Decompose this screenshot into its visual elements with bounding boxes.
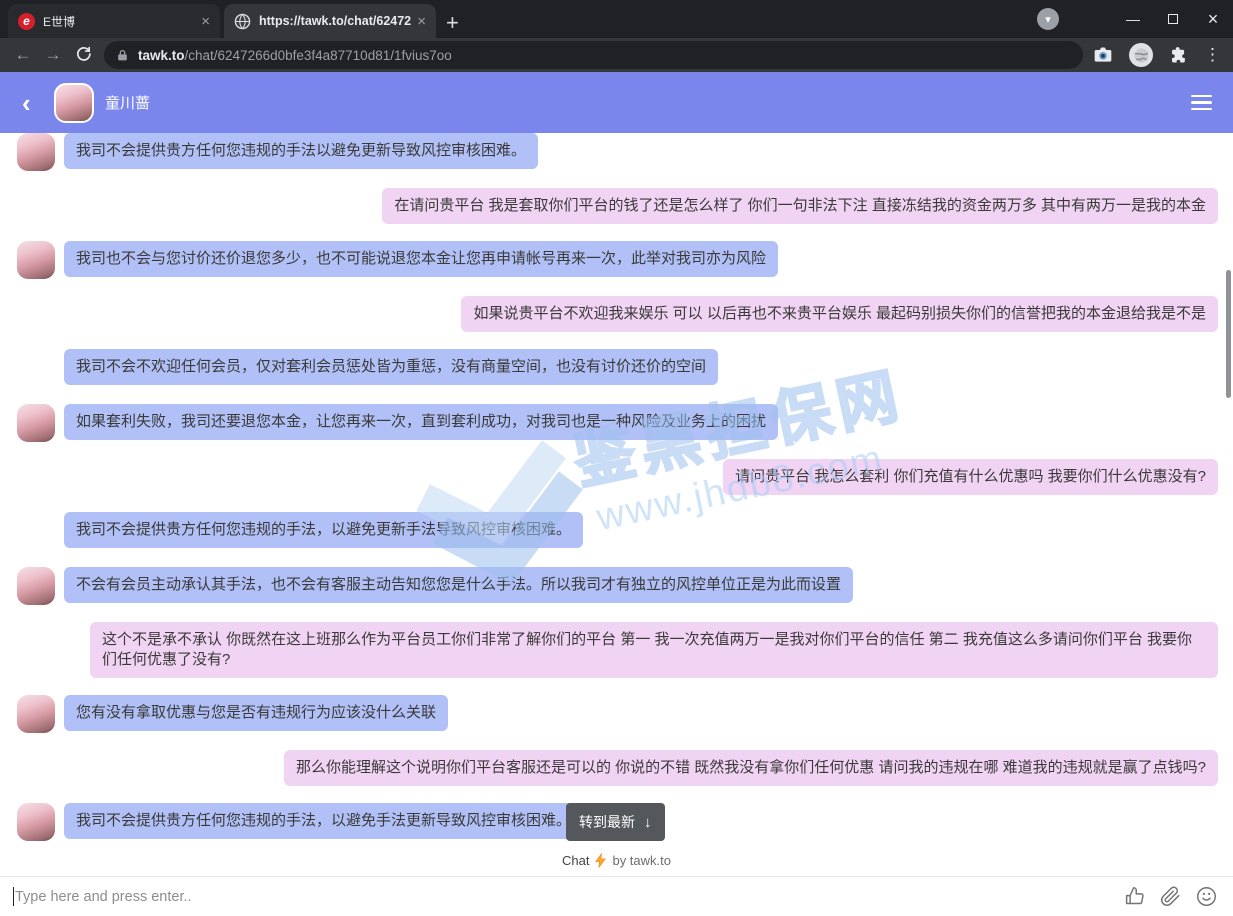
agent-avatar <box>17 567 55 605</box>
chat-message: 在请问贵平台 我是套取你们平台的钱了还是怎么样了 你们一句非法下注 直接冻结我的… <box>0 188 1233 224</box>
message-bubble: 我司不会提供贵方任何您违规的手法，以避免手法更新导致风控审核困难。 <box>64 803 583 839</box>
address-bar[interactable]: tawk.to/chat/6247266d0bfe3f4a87710d81/1f… <box>104 41 1083 69</box>
reload-button[interactable] <box>68 44 98 66</box>
maximize-button[interactable] <box>1153 0 1193 38</box>
chat-messages: 我司不会提供贵方任何您违规的手法以避免更新导致风控审核困难。在请问贵平台 我是套… <box>0 133 1233 845</box>
chat-message: 这个不是承不承认 你既然在这上班那么作为平台员工你们非常了解你们的平台 第一 我… <box>0 622 1233 678</box>
toolbar-icons: ⋮ <box>1093 43 1221 67</box>
tab-tawk-chat[interactable]: https://tawk.to/chat/6247266d × <box>224 4 436 38</box>
brand-by-label: by tawk.to <box>612 853 671 868</box>
tab-close-icon[interactable]: × <box>201 13 210 30</box>
jump-to-latest-button[interactable]: 转到最新 ↓ <box>566 803 665 841</box>
arrow-down-icon: ↓ <box>644 814 652 831</box>
composer <box>0 876 1233 916</box>
message-bubble: 请问贵平台 我怎么套利 你们充值有什么优惠吗 我要你们什么优惠没有? <box>723 459 1218 495</box>
globe-favicon-icon <box>234 13 251 30</box>
chat-message: 我司也不会与您讨价还价退您多少，也不可能说退您本金让您再申请帐号再来一次，此举对… <box>0 241 1233 279</box>
chat-header: ‹ 童川蔷 <box>0 72 1233 133</box>
media-controls-button[interactable]: ▾ <box>1037 8 1059 30</box>
secure-lock-icon <box>116 49 129 62</box>
composer-icons <box>1124 886 1217 907</box>
tab-title: https://tawk.to/chat/6247266d <box>259 14 411 28</box>
agent-name: 童川蔷 <box>105 92 150 113</box>
new-tab-button[interactable]: + <box>446 13 459 33</box>
message-input[interactable] <box>14 889 1124 905</box>
message-bubble: 那么你能理解这个说明你们平台客服还是可以的 你说的不错 既然我没有拿你们任何优惠… <box>284 750 1218 786</box>
scrollbar-thumb[interactable] <box>1226 270 1231 398</box>
url-path: /chat/6247266d0bfe3f4a87710d81/1fvius7oo <box>185 48 452 63</box>
message-bubble: 如果套利失败，我司还要退您本金，让您再来一次，直到套利成功，对我司也是一种风险及… <box>64 404 778 440</box>
maximize-icon <box>1168 14 1178 24</box>
message-bubble: 我司也不会与您讨价还价退您多少，也不可能说退您本金让您再申请帐号再来一次，此举对… <box>64 241 778 277</box>
chat-message: 我司不会提供贵方任何您违规的手法以避免更新导致风控审核困难。 <box>0 133 1233 171</box>
tawk-branding[interactable]: Chat by tawk.to <box>0 845 1233 875</box>
close-button[interactable]: × <box>1193 0 1233 38</box>
tab-strip: e E世博 × https://tawk.to/chat/6247266d × … <box>0 0 1233 38</box>
minimize-button[interactable]: — <box>1113 0 1153 38</box>
jump-to-latest-label: 转到最新 <box>579 812 635 832</box>
chat-message: 我司不会提供贵方任何您违规的手法，以避免更新手法导致风控审核困难。 <box>0 512 1233 550</box>
agent-avatar <box>54 83 94 123</box>
tab-close-icon[interactable]: × <box>417 13 426 30</box>
lightning-bolt-icon <box>594 853 607 868</box>
message-bubble: 在请问贵平台 我是套取你们平台的钱了还是怎么样了 你们一句非法下注 直接冻结我的… <box>382 188 1218 224</box>
back-chevron-icon[interactable]: ‹ <box>22 90 46 116</box>
agent-avatar <box>17 241 55 279</box>
chat-message: 请问贵平台 我怎么套利 你们充值有什么优惠吗 我要你们什么优惠没有? <box>0 459 1233 495</box>
url-domain: tawk.to <box>138 48 185 63</box>
brand-chat-label: Chat <box>562 853 589 868</box>
tab-title: E世博 <box>43 13 195 30</box>
chat-message: 如果说贵平台不欢迎我来娱乐 可以 以后再也不来贵平台娱乐 最起码别损失你们的信誉… <box>0 296 1233 332</box>
paperclip-icon[interactable] <box>1160 886 1181 907</box>
smiley-icon[interactable] <box>1196 886 1217 907</box>
chat-message: 不会有会员主动承认其手法，也不会有客服主动告知您您是什么手法。所以我司才有独立的… <box>0 567 1233 605</box>
agent-avatar <box>17 803 55 841</box>
chat-message: 我司不会不欢迎任何会员，仅对套利会员惩处皆为重惩，没有商量空间，也没有讨价还价的… <box>0 349 1233 387</box>
ebet-logo-icon: e <box>18 13 35 30</box>
agent-avatar <box>17 404 55 442</box>
back-button[interactable]: ← <box>8 45 38 65</box>
tabstrip-right: ▾ — × <box>1037 0 1233 38</box>
extensions-puzzle-icon[interactable] <box>1169 46 1188 65</box>
profile-avatar-icon[interactable] <box>1129 43 1153 67</box>
forward-button[interactable]: → <box>38 45 68 65</box>
message-bubble: 我司不会不欢迎任何会员，仅对套利会员惩处皆为重惩，没有商量空间，也没有讨价还价的… <box>64 349 718 385</box>
message-bubble: 如果说贵平台不欢迎我来娱乐 可以 以后再也不来贵平台娱乐 最起码别损失你们的信誉… <box>461 296 1218 332</box>
tab-esbo[interactable]: e E世博 × <box>8 4 220 38</box>
more-menu-icon[interactable]: ⋮ <box>1204 45 1221 65</box>
menu-hamburger-icon[interactable] <box>1191 91 1212 115</box>
agent-avatar <box>17 133 55 171</box>
message-bubble: 我司不会提供贵方任何您违规的手法以避免更新导致风控审核困难。 <box>64 133 538 169</box>
chat-message: 如果套利失败，我司还要退您本金，让您再来一次，直到套利成功，对我司也是一种风险及… <box>0 404 1233 442</box>
message-bubble: 您有没有拿取优惠与您是否有违规行为应该没什么关联 <box>64 695 448 731</box>
thumbs-up-icon[interactable] <box>1124 886 1145 907</box>
window-controls: — × <box>1113 0 1233 38</box>
agent-avatar <box>17 695 55 733</box>
browser-toolbar: ← → tawk.to/chat/6247266d0bfe3f4a87710d8… <box>0 38 1233 72</box>
message-bubble: 不会有会员主动承认其手法，也不会有客服主动告知您您是什么手法。所以我司才有独立的… <box>64 567 853 603</box>
chat-message: 那么你能理解这个说明你们平台客服还是可以的 你说的不错 既然我没有拿你们任何优惠… <box>0 750 1233 786</box>
camera-icon[interactable] <box>1093 45 1113 65</box>
browser-window: e E世博 × https://tawk.to/chat/6247266d × … <box>0 0 1233 916</box>
message-bubble: 这个不是承不承认 你既然在这上班那么作为平台员工你们非常了解你们的平台 第一 我… <box>90 622 1218 678</box>
chat-message: 您有没有拿取优惠与您是否有违规行为应该没什么关联 <box>0 695 1233 733</box>
message-bubble: 我司不会提供贵方任何您违规的手法，以避免更新手法导致风控审核困难。 <box>64 512 583 548</box>
